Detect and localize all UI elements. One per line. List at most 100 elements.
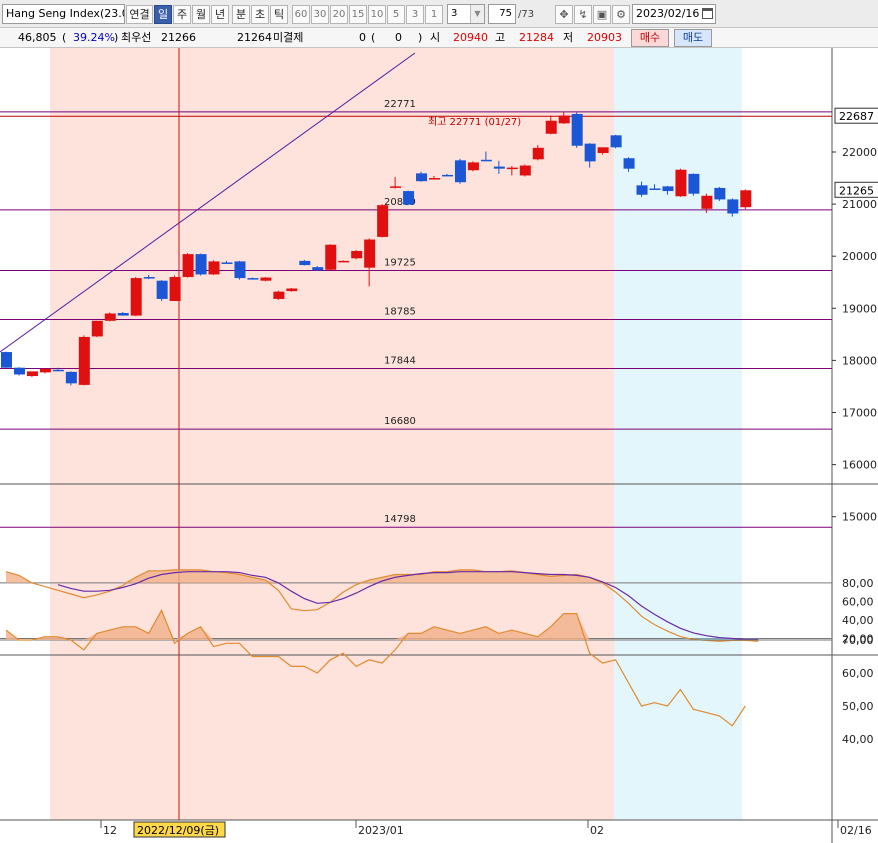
candle-up — [675, 168, 687, 197]
candle-body — [182, 254, 194, 278]
period-second-button[interactable]: 초 — [251, 5, 269, 24]
minute-5-button[interactable]: 5 — [387, 5, 405, 24]
price-tick-label: 16000 — [842, 459, 877, 472]
candle-body — [545, 120, 557, 134]
count-field[interactable]: 75 — [488, 4, 516, 24]
symbol-field[interactable]: Hang Seng Index(23.0 — [2, 4, 125, 24]
sell-button[interactable]: 매도 — [674, 29, 712, 47]
candle-up — [519, 164, 531, 177]
interval-value: 3 — [451, 8, 458, 19]
candle-body — [13, 367, 25, 375]
candle-body — [117, 312, 129, 316]
candle-down — [714, 186, 726, 201]
price-tick-label: 21000 — [842, 198, 877, 211]
chevron-down-icon[interactable]: ▼ — [470, 5, 484, 23]
candle-up — [467, 161, 479, 172]
buy-button[interactable]: 매수 — [631, 29, 669, 47]
candle-body — [740, 190, 752, 208]
candle-down — [13, 367, 25, 376]
candle-body — [662, 186, 674, 192]
candle-up — [351, 249, 363, 260]
candle-body — [312, 267, 324, 271]
candle-body — [299, 260, 311, 266]
calendar-icon[interactable] — [702, 8, 713, 19]
paren-close: ) — [114, 31, 119, 44]
candle-body — [169, 277, 181, 302]
price-chart[interactable]: 22000 21000 20000 19000 18000 17000 16000 15000… — [0, 48, 878, 843]
period-day-button[interactable]: 일 — [154, 5, 172, 24]
best-ask-value: 21264 — [237, 31, 272, 44]
candle-body — [441, 174, 453, 177]
candle-down — [688, 173, 700, 196]
candle-up — [740, 189, 752, 210]
compare-icon[interactable]: ↯ — [574, 5, 592, 24]
unsettled-paren-close: ) — [418, 31, 423, 44]
candle-body — [130, 278, 142, 316]
candle-body — [480, 159, 492, 162]
stoch-tick-label: 40,00 — [842, 614, 874, 627]
minute-1-button[interactable]: 1 — [425, 5, 443, 24]
stoch-tick-label: 60,00 — [842, 595, 874, 608]
crosshair-icon[interactable]: ✥ — [555, 5, 573, 24]
candle-body — [52, 369, 64, 372]
price-tick-label: 15000 — [842, 511, 877, 524]
gear-icon[interactable]: ⚙ — [612, 5, 630, 24]
candle-body — [506, 167, 518, 170]
period-year-button[interactable]: 년 — [211, 5, 229, 24]
chart-toolbar: Hang Seng Index(23.0 연결 일 주 월 년 분 초 틱 60… — [0, 0, 878, 28]
candle-down — [454, 158, 466, 184]
open-value: 20940 — [453, 31, 488, 44]
candle-body — [91, 320, 103, 337]
period-month-button[interactable]: 월 — [192, 5, 210, 24]
candle-body — [688, 173, 700, 194]
candle-body — [649, 188, 661, 190]
price-tick-label: 18000 — [842, 354, 877, 367]
candle-body — [39, 368, 51, 373]
candle-body — [558, 115, 570, 124]
rsi-tick-label: 40,00 — [842, 733, 874, 746]
candle-body — [156, 280, 168, 299]
candle-body — [416, 173, 428, 182]
rsi-tick-label: 60,00 — [842, 667, 874, 680]
x-tick-label: 12 — [103, 824, 117, 837]
price-tick-label: 17000 — [842, 407, 877, 420]
period-week-button[interactable]: 주 — [173, 5, 191, 24]
candle-body — [1, 352, 12, 368]
paren-open: ( — [62, 31, 67, 44]
minute-3-button[interactable]: 3 — [406, 5, 424, 24]
candle-body — [623, 158, 635, 169]
minute-30-button[interactable]: 30 — [311, 5, 329, 24]
candle-body — [636, 185, 648, 195]
minute-10-button[interactable]: 10 — [368, 5, 386, 24]
high-annotation: 최고 22771 (01/27) — [428, 116, 521, 128]
interval-select[interactable]: 3 ▼ — [447, 4, 485, 24]
candle-down — [156, 280, 168, 302]
price-tag: 21265 — [834, 181, 878, 198]
period-tick-button[interactable]: 틱 — [270, 5, 288, 24]
candle-body — [377, 205, 389, 237]
high-label: 고 — [495, 31, 506, 44]
candle-up — [169, 275, 181, 302]
minute-60-button[interactable]: 60 — [292, 5, 310, 24]
minute-15-button[interactable]: 15 — [349, 5, 367, 24]
candle-up — [39, 368, 51, 374]
period-connected-button[interactable]: 연결 — [126, 5, 153, 24]
quote-bar: 46,805 ( 39.24% ) 최우선 21266 21264 미결제 0 … — [0, 28, 878, 48]
minute-20-button[interactable]: 20 — [330, 5, 348, 24]
candle-body — [364, 239, 376, 268]
save-icon[interactable]: ▣ — [593, 5, 611, 24]
candle-up — [182, 253, 194, 278]
candle-down — [403, 190, 415, 206]
level-label: 19725 — [384, 258, 416, 269]
date-field[interactable]: 2023/02/16 — [632, 4, 716, 24]
x-tick-label: 02 — [590, 824, 604, 837]
candle-body — [221, 262, 233, 264]
candle-body — [195, 254, 207, 275]
candle-body — [325, 244, 337, 270]
level-label: 16680 — [384, 416, 416, 427]
rsi-tick-label: 50,00 — [842, 700, 874, 713]
level-label: 22771 — [384, 99, 416, 110]
high-value: 21284 — [519, 31, 554, 44]
price-tag-label: 22687 — [839, 110, 874, 123]
period-minute-button[interactable]: 분 — [232, 5, 250, 24]
